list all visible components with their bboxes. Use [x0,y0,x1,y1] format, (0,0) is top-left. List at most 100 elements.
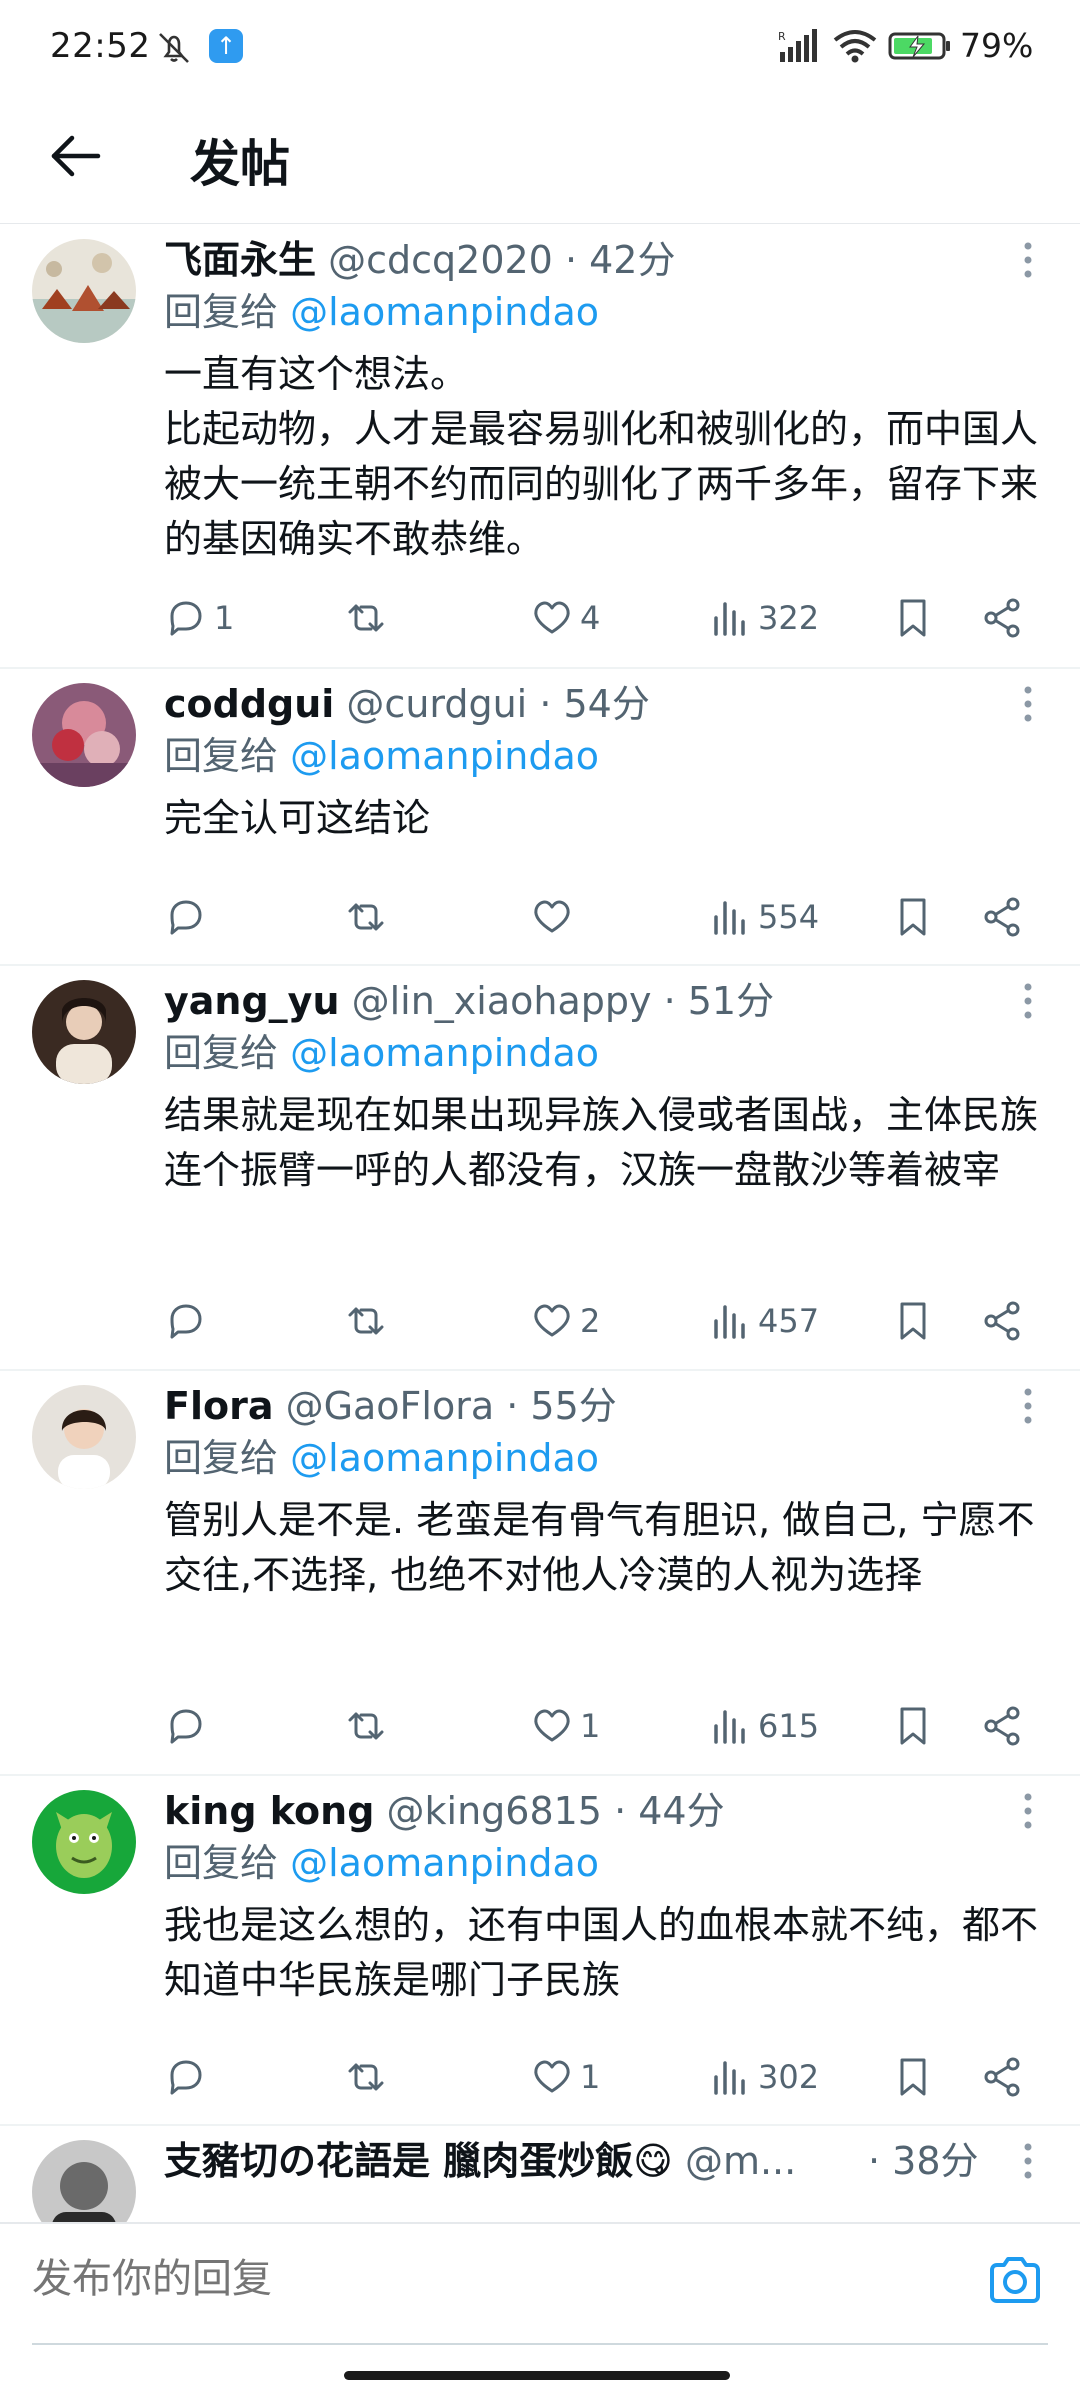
status-bar: 22:52 ↑ R 79% [0,0,1080,92]
more-options-icon[interactable] [1010,1786,1046,1836]
avatar[interactable] [32,239,136,343]
home-indicator[interactable] [344,2371,730,2380]
retweet-button[interactable] [344,1296,394,1346]
retweet-button[interactable] [344,892,394,942]
more-options-icon[interactable] [1010,976,1046,1026]
like-count: 1 [580,2058,601,2096]
camera-icon[interactable] [986,2252,1044,2310]
bookmark-button[interactable] [891,892,935,942]
share-button[interactable] [980,1296,1024,1346]
views-chart-icon [714,1305,745,1339]
top-app-bar: 发帖 [0,92,1080,224]
display-name[interactable]: 支豬切の花語是 臘肉蛋炒飯😋 [164,2139,673,2183]
retweet-button[interactable] [344,2052,394,2102]
share-button[interactable] [980,593,1024,643]
retweet-button[interactable] [344,593,394,643]
user-handle[interactable]: @curdgui [346,682,527,726]
display-name[interactable]: Flora [164,1384,273,1428]
retweet-icon [348,903,384,931]
more-options-icon[interactable] [1010,235,1046,285]
avatar[interactable] [32,683,136,787]
reply-label: 回复给 [164,290,279,334]
user-handle[interactable]: @cdcq2020 [328,238,553,282]
mention-link[interactable]: @laomanpindao [290,734,599,778]
user-handle[interactable]: @GaoFlora [286,1384,495,1428]
reply-button[interactable] [164,1701,214,1751]
reply-input[interactable] [32,2244,972,2314]
display-name[interactable]: king kong [164,1789,374,1833]
post-time: · 44分 [614,1789,725,1833]
post-text: 我也是这么想的，还有中国人的血根本就不纯，都不知道中华民族是哪门子民族 [164,1903,1039,2002]
reply-button[interactable] [164,1296,214,1346]
avatar[interactable] [32,1385,136,1489]
heart-icon [534,900,570,933]
reply-button[interactable] [164,2052,214,2102]
action-bar: 1 302 [164,2052,1044,2102]
more-options-icon[interactable] [1010,679,1046,729]
avatar[interactable] [32,980,136,1084]
bookmark-icon [900,1707,926,1745]
bookmark-button[interactable] [891,1701,935,1751]
bookmark-button[interactable] [891,593,935,643]
reply-button[interactable] [164,892,214,942]
more-options-icon[interactable] [1010,1381,1046,1431]
views-count: 554 [758,898,820,936]
reply-post[interactable]: coddgui @curdgui · 54分 回复给 @laomanpindao… [0,669,1080,966]
views-button[interactable]: 615 [708,1701,819,1751]
avatar[interactable] [32,1790,136,1894]
like-button[interactable]: 1 [530,1701,600,1751]
mention-link[interactable]: @laomanpindao [290,1436,599,1480]
bookmark-button[interactable] [891,1296,935,1346]
user-handle[interactable]: @king6815 [387,1789,602,1833]
reply-post[interactable]: 支豬切の花語是 臘肉蛋炒飯😋 @m... · 38分 [0,2126,1080,2222]
views-button[interactable]: 457 [708,1296,819,1346]
display-name[interactable]: coddgui [164,682,334,726]
views-button[interactable]: 302 [708,2052,819,2102]
avatar[interactable] [32,2140,136,2222]
reply-label: 回复给 [164,1436,279,1480]
display-name[interactable]: yang_yu [164,979,340,1023]
post-text: 一直有这个想法。 比起动物，人才是最容易驯化和被驯化的，而中国人被大一统王朝不约… [164,352,1039,561]
replying-to: 回复给 @laomanpindao [164,731,599,781]
retweet-icon [348,1307,384,1335]
bookmark-button[interactable] [891,2052,935,2102]
reply-button[interactable]: 1 [164,593,234,643]
user-handle[interactable]: @lin_xiaohappy [352,979,652,1023]
screen: 22:52 ↑ R 79% 发帖 飞面永生 @cdcq2020 · 42分 回复… [0,0,1080,2400]
user-handle[interactable]: @m... [685,2139,796,2183]
retweet-icon [348,2063,384,2091]
like-button[interactable]: 1 [530,2052,600,2102]
reply-post[interactable]: king kong @king6815 · 44分 回复给 @laomanpin… [0,1776,1080,2126]
share-button[interactable] [980,892,1024,942]
share-button[interactable] [980,2052,1024,2102]
reply-feed[interactable]: 飞面永生 @cdcq2020 · 42分 回复给 @laomanpindao 一… [0,225,1080,2222]
status-time: 22:52 [50,26,151,66]
like-button[interactable] [530,892,580,942]
arrow-left-icon[interactable] [44,124,108,188]
retweet-button[interactable] [344,1701,394,1751]
cell-signal-icon: R [778,29,817,62]
reply-post[interactable]: 飞面永生 @cdcq2020 · 42分 回复给 @laomanpindao 一… [0,225,1080,669]
svg-text:R: R [778,30,786,43]
reply-post[interactable]: yang_yu @lin_xiaohappy · 51分 回复给 @laoman… [0,966,1080,1371]
like-count: 2 [580,1302,601,1340]
views-button[interactable]: 322 [708,593,819,643]
reply-icon [170,900,202,935]
reply-icon [170,2060,202,2095]
views-count: 322 [758,599,820,637]
post-text: 结果就是现在如果出现异族入侵或者国战，主体民族连个振臂一呼的人都没有，汉族一盘散… [164,1093,1039,1192]
more-options-icon[interactable] [1010,2136,1046,2186]
mention-link[interactable]: @laomanpindao [290,1031,599,1075]
wifi-icon [833,30,877,63]
mention-link[interactable]: @laomanpindao [290,1841,599,1885]
like-button[interactable]: 2 [530,1296,600,1346]
views-button[interactable]: 554 [708,892,819,942]
reply-composer [0,2222,1080,2345]
share-button[interactable] [980,1701,1024,1751]
mention-link[interactable]: @laomanpindao [290,290,599,334]
reply-post[interactable]: Flora @GaoFlora · 55分 回复给 @laomanpindao … [0,1371,1080,1776]
reply-label: 回复给 [164,1031,279,1075]
like-button[interactable]: 4 [530,593,600,643]
retweet-icon [348,604,384,632]
display-name[interactable]: 飞面永生 [164,238,316,282]
